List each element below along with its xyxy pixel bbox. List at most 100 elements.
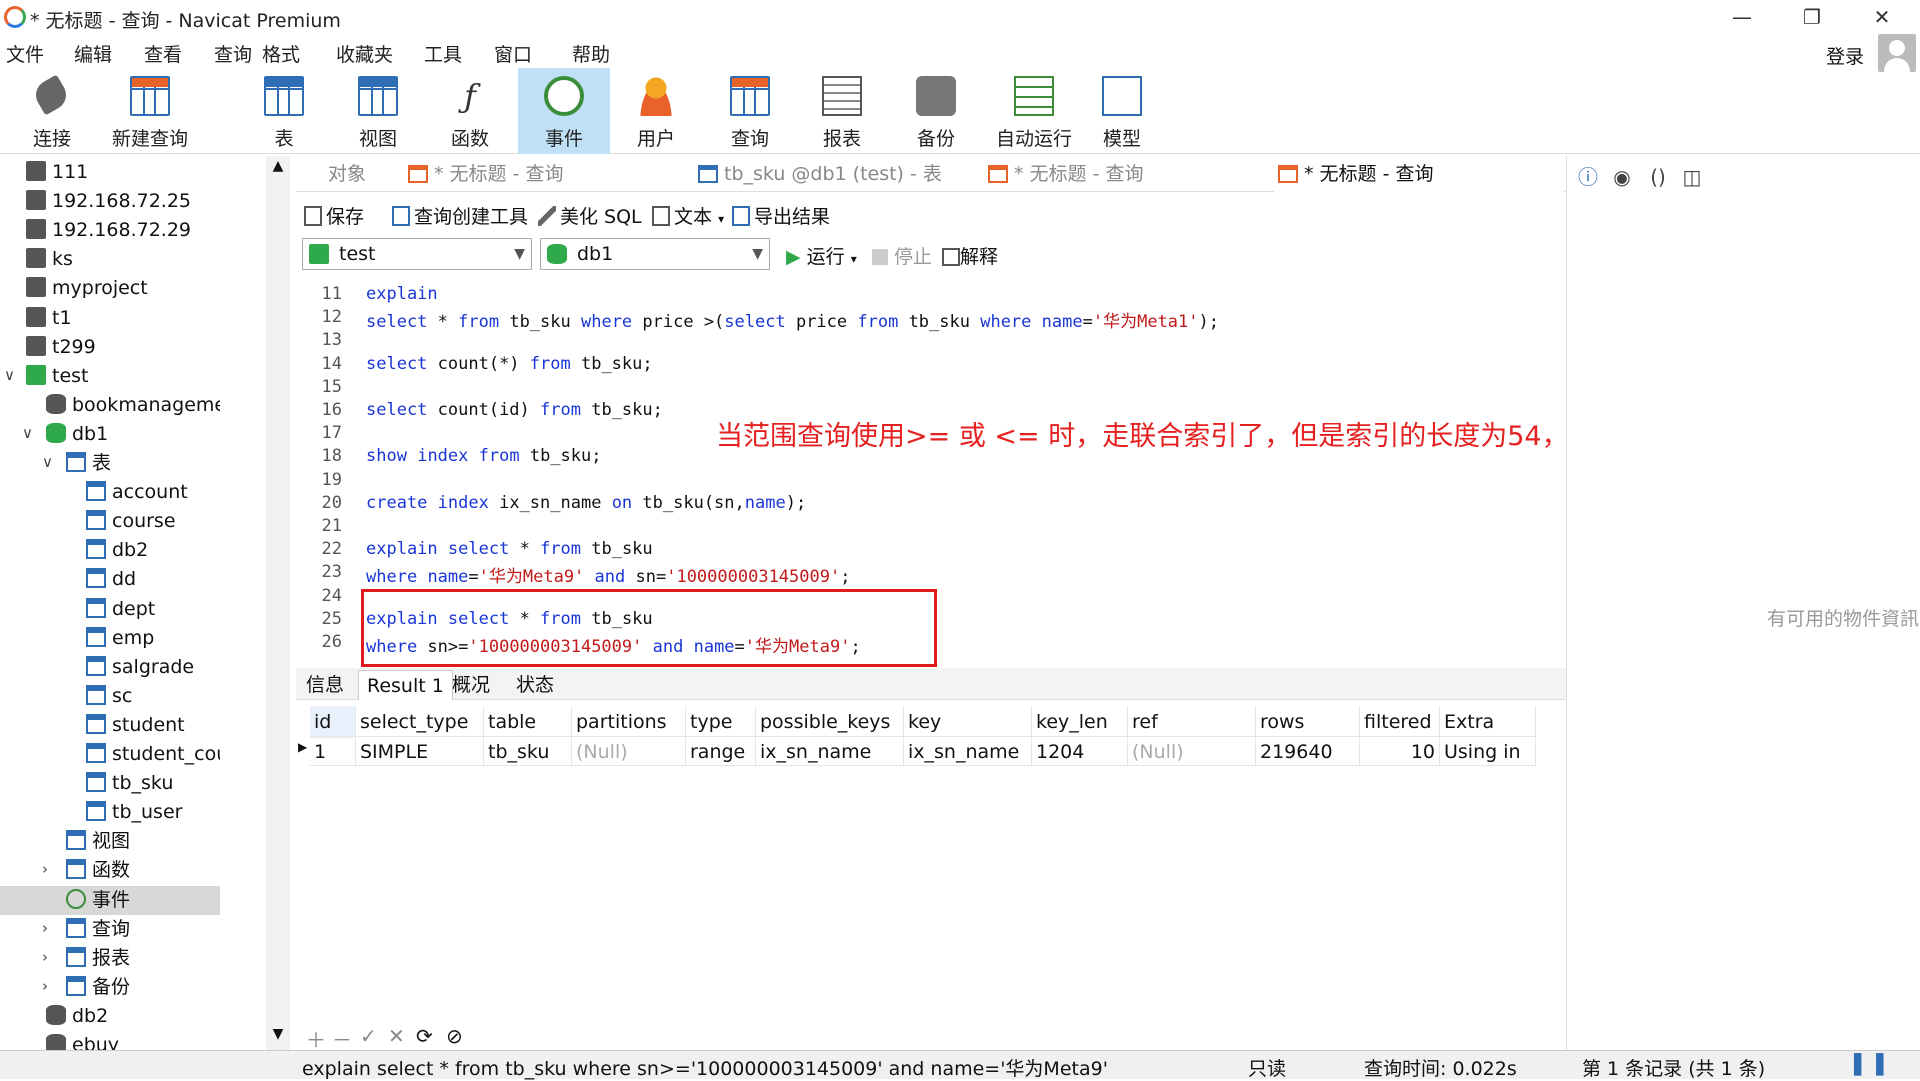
tree-item-db-db2[interactable]: db2 <box>46 1002 108 1031</box>
tab-result-1[interactable]: Result 1 <box>358 670 453 700</box>
table-cell[interactable]: tb_sku <box>484 736 572 766</box>
table-cell[interactable]: 10 <box>1360 736 1440 766</box>
avatar[interactable] <box>1878 34 1916 72</box>
menu-file[interactable]: 文件 <box>6 40 44 67</box>
cancel-icon[interactable]: ✕ <box>388 1024 405 1048</box>
column-header[interactable]: table <box>484 706 572 738</box>
scroll-up-icon[interactable]: ▲ <box>270 158 286 178</box>
tree-item-connection-192.168.72.25[interactable]: 192.168.72.25 <box>26 187 191 216</box>
query-builder-button[interactable]: 查询创建工具 <box>392 202 528 229</box>
tree-item-table-account[interactable]: account <box>86 478 188 507</box>
stop-circle-icon[interactable]: ⊘ <box>446 1024 463 1048</box>
menu-query[interactable]: 查询 <box>214 40 252 67</box>
expand-toggle-icon[interactable]: ∨ <box>42 453 53 471</box>
table-cell[interactable]: (Null) <box>572 736 686 766</box>
add-row-icon[interactable]: ＋ <box>306 1024 326 1053</box>
column-header[interactable]: filtered <box>1360 706 1440 738</box>
stop-button[interactable]: 停止 <box>872 242 932 269</box>
query-button[interactable]: 查询 <box>708 68 792 154</box>
layout-toggle-icon[interactable]: ▌▐ <box>1854 1054 1883 1076</box>
tree-item-table-tb_sku[interactable]: tb_sku <box>86 769 173 798</box>
database-select[interactable]: db1 ▼ <box>540 238 770 270</box>
column-header[interactable]: possible_keys <box>756 706 904 738</box>
table-cell[interactable]: 1204 <box>1032 736 1128 766</box>
apply-icon[interactable]: ✓ <box>360 1024 377 1048</box>
menu-edit[interactable]: 编辑 <box>74 40 112 67</box>
menu-help[interactable]: 帮助 <box>572 40 610 67</box>
tree-item-folder-5[interactable]: 备份 <box>66 973 130 1002</box>
column-header[interactable]: Extra <box>1440 706 1536 738</box>
export-result-button[interactable]: 导出结果 <box>732 202 830 229</box>
tree-item-table-course[interactable]: course <box>86 507 176 536</box>
expand-toggle-icon[interactable]: ∨ <box>22 424 33 442</box>
tree-item-db-bookmanagement[interactable]: bookmanagement <box>46 391 220 420</box>
tab-overview[interactable]: 概况 <box>444 670 498 700</box>
preview-icon[interactable]: ◉ <box>1611 166 1633 188</box>
menu-favorites[interactable]: 收藏夹 <box>336 40 393 67</box>
tree-item-connection-192.168.72.29[interactable]: 192.168.72.29 <box>26 216 191 245</box>
view-button[interactable]: 视图 <box>336 68 420 154</box>
report-button[interactable]: 报表 <box>800 68 884 154</box>
table-button[interactable]: 表 <box>242 68 326 154</box>
info-icon[interactable]: ⓘ <box>1577 166 1599 188</box>
login-link[interactable]: 登录 <box>1826 42 1864 69</box>
tree-item-connection-myproject[interactable]: myproject <box>26 274 148 303</box>
function-button[interactable]: ƒ 函数 <box>428 68 512 154</box>
tree-item-table-emp[interactable]: emp <box>86 624 154 653</box>
code-line[interactable]: show index from tb_sku; <box>366 446 601 466</box>
beautify-sql-button[interactable]: 美化 SQL <box>538 202 642 229</box>
tree-item-table-salgrade[interactable]: salgrade <box>86 653 194 682</box>
auto-run-button[interactable]: 自动运行 <box>984 68 1084 154</box>
sidebar-scrollbar[interactable]: ▲ ▼ <box>266 156 290 1050</box>
delete-row-icon[interactable]: － <box>332 1024 352 1053</box>
tree-item-folder-3[interactable]: 查询 <box>66 915 130 944</box>
tree-item-connection-test[interactable]: test <box>26 362 89 391</box>
tab-objects[interactable]: 对象 <box>296 156 396 192</box>
tree-item-table-student[interactable]: student <box>86 711 185 740</box>
tree-item-db-db1[interactable]: db1 <box>46 420 108 449</box>
column-header[interactable]: id <box>310 706 356 738</box>
tree-item-table-dd[interactable]: dd <box>86 565 136 594</box>
menu-view[interactable]: 查看 <box>144 40 182 67</box>
tree-item-folder-0[interactable]: 视图 <box>66 827 130 856</box>
column-header[interactable]: select_type <box>356 706 484 738</box>
tab-untitled-query-2[interactable]: * 无标题 - 查询 <box>984 156 1274 192</box>
tree-item-folder-1[interactable]: 函数 <box>66 856 130 885</box>
panel-layout-icon[interactable]: ◫ <box>1681 166 1703 188</box>
tree-item-table-db2[interactable]: db2 <box>86 536 148 565</box>
explain-button[interactable]: 解释 <box>942 242 998 269</box>
ddl-icon[interactable]: () <box>1647 166 1669 188</box>
code-line[interactable]: create index ix_sn_name on tb_sku(sn,nam… <box>366 493 806 513</box>
tree-item-table-student_course[interactable]: student_course <box>86 740 220 769</box>
tree-item-tables-folder[interactable]: 表 <box>66 449 111 478</box>
connect-button[interactable]: 连接 <box>10 68 94 154</box>
expand-toggle-icon[interactable]: ∨ <box>4 366 15 384</box>
table-cell[interactable]: ix_sn_name <box>756 736 904 766</box>
menu-window[interactable]: 窗口 <box>494 40 532 67</box>
tab-untitled-query-1[interactable]: * 无标题 - 查询 <box>404 156 694 192</box>
tree-item-connection-111[interactable]: 111 <box>26 158 88 187</box>
tree-item-db-ebuy[interactable]: ebuy <box>46 1031 119 1050</box>
tree-item-connection-t299[interactable]: t299 <box>26 333 96 362</box>
column-header[interactable]: rows <box>1256 706 1360 738</box>
table-cell[interactable]: SIMPLE <box>356 736 484 766</box>
event-button[interactable]: 事件 <box>518 68 610 154</box>
backup-button[interactable]: 备份 <box>894 68 978 154</box>
table-cell[interactable]: ix_sn_name <box>904 736 1032 766</box>
menu-tools[interactable]: 工具 <box>424 40 462 67</box>
model-button[interactable]: 模型 <box>1080 68 1164 154</box>
tree-item-folder-4[interactable]: 报表 <box>66 944 130 973</box>
column-header[interactable]: key_len <box>1032 706 1128 738</box>
menu-format[interactable]: 格式 <box>262 40 300 67</box>
new-query-button[interactable]: 新建查询 <box>108 68 192 154</box>
tree-item-connection-t1[interactable]: t1 <box>26 304 72 333</box>
column-header[interactable]: partitions <box>572 706 686 738</box>
column-header[interactable]: type <box>686 706 756 738</box>
table-cell[interactable]: range <box>686 736 756 766</box>
column-header[interactable]: key <box>904 706 1032 738</box>
code-line[interactable]: explain <box>366 284 438 304</box>
tree-item-folder-2[interactable]: 事件 <box>66 886 130 915</box>
maximize-button[interactable]: ❐ <box>1782 2 1842 32</box>
save-button[interactable]: 保存 <box>304 202 364 229</box>
tab-untitled-query-active[interactable]: * 无标题 - 查询 <box>1274 156 1564 192</box>
